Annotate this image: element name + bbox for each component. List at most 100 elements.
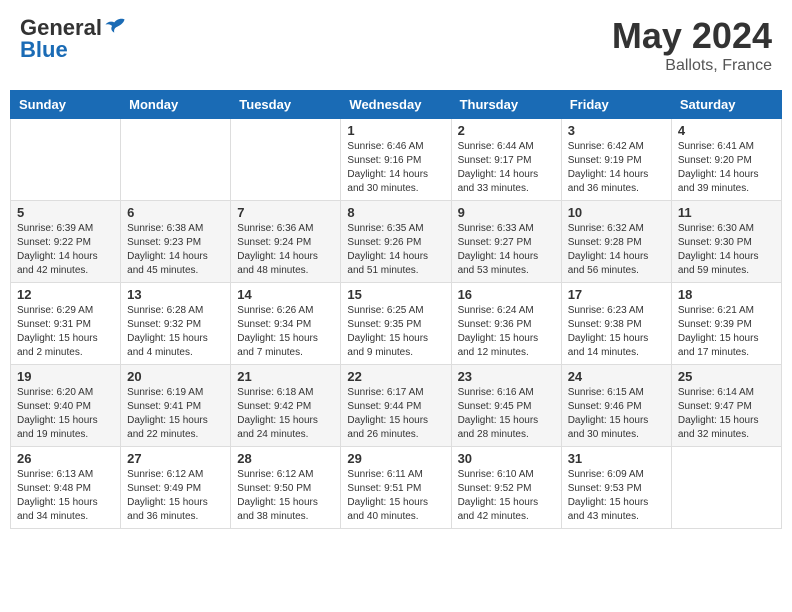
calendar-cell: 14Sunrise: 6:26 AMSunset: 9:34 PMDayligh… — [231, 283, 341, 365]
calendar-cell — [121, 119, 231, 201]
calendar-cell: 7 Sunrise: 6:36 AMSunset: 9:24 PMDaylight… — [231, 201, 341, 283]
day-info: Sunrise: 6:15 AMSunset: 9:46 PMDaylight:… — [568, 386, 665, 442]
day-number: 18 — [678, 287, 775, 302]
calendar-week-row-3: 19Sunrise: 6:20 AMSunset: 9:40 PMDayligh… — [11, 365, 782, 447]
day-number: 27 — [127, 451, 224, 466]
weekday-header-tuesday: Tuesday — [231, 91, 341, 119]
calendar-cell: 29 Sunrise: 6:11 AMSunset: 9:51 PMDayligh… — [341, 447, 451, 529]
calendar-cell: 15 Sunrise: 6:25 AMSunset: 9:35 PMDayligh… — [341, 283, 451, 365]
day-info: Sunrise: 6:29 AMSunset: 9:31 PMDaylight:… — [17, 304, 114, 360]
calendar-cell — [671, 447, 781, 529]
day-number: 28 — [237, 451, 334, 466]
day-info: Sunrise: 6:23 AMSunset: 9:38 PMDaylight:… — [568, 304, 665, 360]
day-info: Sunrise: 6:25 AMSunset: 9:35 PMDaylight:… — [347, 304, 444, 360]
calendar-week-row-1: 5 Sunrise: 6:39 AMSunset: 9:22 PMDaylight… — [11, 201, 782, 283]
calendar-week-row-2: 12 Sunrise: 6:29 AMSunset: 9:31 PMDayligh… — [11, 283, 782, 365]
day-info: Sunrise: 6:13 AMSunset: 9:48 PMDaylight:… — [17, 468, 114, 524]
calendar-cell: 1Sunrise: 6:46 AMSunset: 9:16 PMDaylight… — [341, 119, 451, 201]
calendar-cell: 20 Sunrise: 6:19 AMSunset: 9:41 PMDayligh… — [121, 365, 231, 447]
calendar-cell: 26 Sunrise: 6:13 AMSunset: 9:48 PMDayligh… — [11, 447, 121, 529]
calendar-cell: 28 Sunrise: 6:12 AMSunset: 9:50 PMDayligh… — [231, 447, 341, 529]
day-info: Sunrise: 6:11 AMSunset: 9:51 PMDaylight:… — [347, 468, 444, 524]
day-info: Sunrise: 6:17 AMSunset: 9:44 PMDaylight:… — [347, 386, 444, 442]
calendar-table: SundayMondayTuesdayWednesdayThursdayFrid… — [10, 90, 782, 529]
day-info: Sunrise: 6:10 AMSunset: 9:52 PMDaylight:… — [458, 468, 555, 524]
calendar-cell: 25 Sunrise: 6:14 AMSunset: 9:47 PMDayligh… — [671, 365, 781, 447]
day-number: 5 — [17, 205, 114, 220]
calendar-cell: 31Sunrise: 6:09 AMSunset: 9:53 PMDayligh… — [561, 447, 671, 529]
day-number: 24 — [568, 369, 665, 384]
location: Ballots, France — [612, 57, 772, 75]
day-number: 23 — [458, 369, 555, 384]
day-info: Sunrise: 6:39 AMSunset: 9:22 PMDaylight:… — [17, 222, 114, 278]
day-info: Sunrise: 6:35 AMSunset: 9:26 PMDaylight:… — [347, 222, 444, 278]
calendar-cell: 30Sunrise: 6:10 AMSunset: 9:52 PMDayligh… — [451, 447, 561, 529]
day-info: Sunrise: 6:42 AMSunset: 9:19 PMDaylight:… — [568, 140, 665, 196]
day-number: 4 — [678, 123, 775, 138]
calendar-cell: 11 Sunrise: 6:30 AMSunset: 9:30 PMDayligh… — [671, 201, 781, 283]
day-number: 11 — [678, 205, 775, 220]
calendar-cell: 27 Sunrise: 6:12 AMSunset: 9:49 PMDayligh… — [121, 447, 231, 529]
day-number: 3 — [568, 123, 665, 138]
day-info: Sunrise: 6:41 AMSunset: 9:20 PMDaylight:… — [678, 140, 775, 196]
calendar-cell: 5 Sunrise: 6:39 AMSunset: 9:22 PMDaylight… — [11, 201, 121, 283]
day-number: 12 — [17, 287, 114, 302]
day-info: Sunrise: 6:28 AMSunset: 9:32 PMDaylight:… — [127, 304, 224, 360]
day-number: 1 — [347, 123, 444, 138]
calendar-cell: 12 Sunrise: 6:29 AMSunset: 9:31 PMDayligh… — [11, 283, 121, 365]
day-info: Sunrise: 6:14 AMSunset: 9:47 PMDaylight:… — [678, 386, 775, 442]
title-block: May 2024 Ballots, France — [612, 15, 772, 75]
day-number: 8 — [347, 205, 444, 220]
weekday-header-saturday: Saturday — [671, 91, 781, 119]
day-info: Sunrise: 6:26 AMSunset: 9:34 PMDaylight:… — [237, 304, 334, 360]
day-number: 20 — [127, 369, 224, 384]
day-number: 2 — [458, 123, 555, 138]
weekday-header-friday: Friday — [561, 91, 671, 119]
page-header: General Blue May 2024 Ballots, France — [10, 10, 782, 80]
calendar-cell: 3 Sunrise: 6:42 AMSunset: 9:19 PMDaylight… — [561, 119, 671, 201]
calendar-cell — [231, 119, 341, 201]
calendar-cell: 24 Sunrise: 6:15 AMSunset: 9:46 PMDayligh… — [561, 365, 671, 447]
calendar-week-row-4: 26 Sunrise: 6:13 AMSunset: 9:48 PMDayligh… — [11, 447, 782, 529]
day-info: Sunrise: 6:38 AMSunset: 9:23 PMDaylight:… — [127, 222, 224, 278]
weekday-header-thursday: Thursday — [451, 91, 561, 119]
day-number: 25 — [678, 369, 775, 384]
day-number: 7 — [237, 205, 334, 220]
day-info: Sunrise: 6:33 AMSunset: 9:27 PMDaylight:… — [458, 222, 555, 278]
logo-blue-text: Blue — [20, 37, 68, 63]
day-number: 29 — [347, 451, 444, 466]
day-number: 21 — [237, 369, 334, 384]
day-info: Sunrise: 6:12 AMSunset: 9:50 PMDaylight:… — [237, 468, 334, 524]
calendar-cell: 8 Sunrise: 6:35 AMSunset: 9:26 PMDaylight… — [341, 201, 451, 283]
calendar-cell: 17 Sunrise: 6:23 AMSunset: 9:38 PMDayligh… — [561, 283, 671, 365]
day-info: Sunrise: 6:44 AMSunset: 9:17 PMDaylight:… — [458, 140, 555, 196]
calendar-cell: 23Sunrise: 6:16 AMSunset: 9:45 PMDayligh… — [451, 365, 561, 447]
day-info: Sunrise: 6:21 AMSunset: 9:39 PMDaylight:… — [678, 304, 775, 360]
calendar-cell: 22Sunrise: 6:17 AMSunset: 9:44 PMDayligh… — [341, 365, 451, 447]
weekday-header-wednesday: Wednesday — [341, 91, 451, 119]
day-info: Sunrise: 6:36 AMSunset: 9:24 PMDaylight:… — [237, 222, 334, 278]
day-number: 26 — [17, 451, 114, 466]
calendar-cell: 10Sunrise: 6:32 AMSunset: 9:28 PMDayligh… — [561, 201, 671, 283]
day-info: Sunrise: 6:24 AMSunset: 9:36 PMDaylight:… — [458, 304, 555, 360]
day-info: Sunrise: 6:18 AMSunset: 9:42 PMDaylight:… — [237, 386, 334, 442]
day-info: Sunrise: 6:12 AMSunset: 9:49 PMDaylight:… — [127, 468, 224, 524]
calendar-cell: 9 Sunrise: 6:33 AMSunset: 9:27 PMDaylight… — [451, 201, 561, 283]
calendar-cell: 13Sunrise: 6:28 AMSunset: 9:32 PMDayligh… — [121, 283, 231, 365]
calendar-cell: 2 Sunrise: 6:44 AMSunset: 9:17 PMDaylight… — [451, 119, 561, 201]
calendar-cell: 18 Sunrise: 6:21 AMSunset: 9:39 PMDayligh… — [671, 283, 781, 365]
logo-bird-icon — [104, 15, 126, 37]
day-info: Sunrise: 6:30 AMSunset: 9:30 PMDaylight:… — [678, 222, 775, 278]
calendar-week-row-0: 1Sunrise: 6:46 AMSunset: 9:16 PMDaylight… — [11, 119, 782, 201]
day-number: 19 — [17, 369, 114, 384]
day-number: 15 — [347, 287, 444, 302]
logo: General Blue — [20, 15, 126, 63]
day-number: 16 — [458, 287, 555, 302]
day-number: 10 — [568, 205, 665, 220]
day-number: 17 — [568, 287, 665, 302]
day-number: 9 — [458, 205, 555, 220]
calendar-cell: 21 Sunrise: 6:18 AMSunset: 9:42 PMDayligh… — [231, 365, 341, 447]
calendar-cell: 19Sunrise: 6:20 AMSunset: 9:40 PMDayligh… — [11, 365, 121, 447]
day-info: Sunrise: 6:19 AMSunset: 9:41 PMDaylight:… — [127, 386, 224, 442]
month-year: May 2024 — [612, 15, 772, 57]
